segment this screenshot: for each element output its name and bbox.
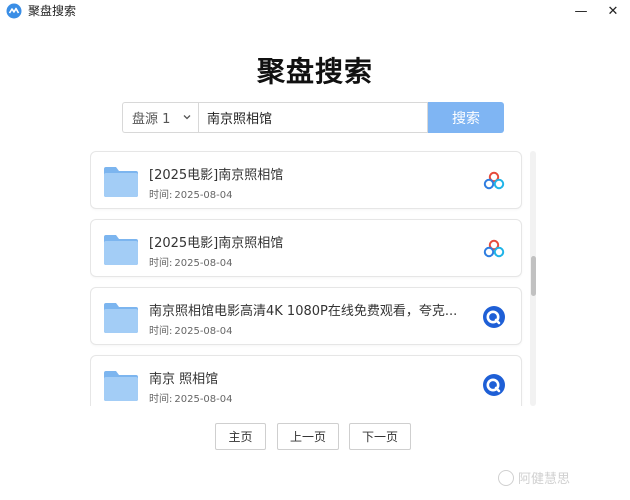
search-input[interactable] [198, 102, 428, 133]
result-item[interactable]: 南京照相馆电影高清4K 1080P在线免费观看，夸克... 时间: 2025-08… [90, 287, 522, 345]
result-time: 时间: 2025-08-04 [149, 258, 233, 269]
result-item[interactable]: [2025电影]南京照相馆 时间: 2025-08-04 [90, 219, 522, 277]
result-time: 时间: 2025-08-04 [149, 394, 233, 405]
result-time: 时间: 2025-08-04 [149, 190, 233, 201]
scrollbar-thumb[interactable] [531, 256, 536, 296]
title-bar: 聚盘搜索 — ✕ [0, 0, 630, 22]
home-page-button[interactable]: 主页 [215, 423, 266, 450]
chevron-down-icon [183, 115, 191, 120]
folder-icon [104, 371, 138, 401]
result-time: 时间: 2025-08-04 [149, 326, 233, 337]
baidu-pan-icon [483, 171, 505, 190]
result-title: [2025电影]南京照相馆 [149, 236, 284, 251]
prev-page-button[interactable]: 上一页 [277, 423, 339, 450]
watermark: 阿健慧思 [498, 468, 570, 487]
watermark-logo-icon [498, 469, 514, 486]
minimize-button[interactable]: — [566, 0, 596, 22]
quark-pan-icon [483, 306, 505, 328]
app-logo-icon [6, 3, 22, 19]
result-title: 南京照相馆电影高清4K 1080P在线免费观看，夸克... [149, 304, 458, 319]
folder-icon [104, 303, 138, 333]
result-title: 南京 照相馆 [149, 372, 219, 387]
source-select-value: 盘源 1 [132, 112, 171, 127]
window-title: 聚盘搜索 [28, 4, 77, 18]
folder-icon [104, 167, 138, 197]
results-list: [2025电影]南京照相馆 时间: 2025-08-04 [2025电影]南京照相… [90, 148, 524, 406]
result-title: [2025电影]南京照相馆 [149, 168, 284, 183]
page-title: 聚盘搜索 [256, 55, 373, 88]
folder-icon [104, 235, 138, 265]
source-select[interactable]: 盘源 1 [122, 102, 198, 133]
close-button[interactable]: ✕ [598, 0, 628, 22]
baidu-pan-icon [483, 239, 505, 258]
quark-pan-icon [483, 374, 505, 396]
search-bar: 盘源 1 搜索 [122, 102, 504, 133]
result-item[interactable]: 南京 照相馆 时间: 2025-08-04 [90, 355, 522, 406]
watermark-text: 阿健慧思 [518, 472, 571, 487]
result-item[interactable]: [2025电影]南京照相馆 时间: 2025-08-04 [90, 151, 522, 209]
next-page-button[interactable]: 下一页 [349, 423, 411, 450]
search-button[interactable]: 搜索 [428, 102, 504, 133]
